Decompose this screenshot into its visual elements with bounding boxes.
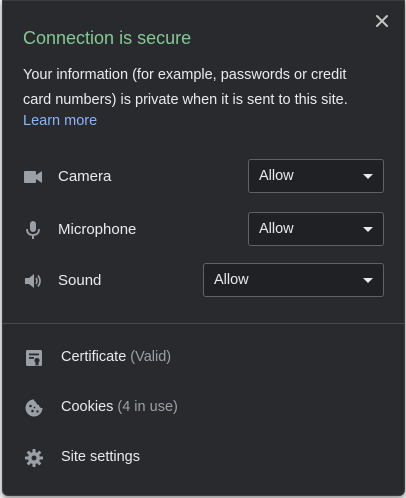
certificate-icon	[26, 350, 42, 366]
permission-label: Camera	[58, 168, 112, 185]
connection-description: Your information (for example, passwords…	[23, 67, 348, 108]
cookie-icon	[25, 399, 43, 417]
link-title: Certificate	[61, 349, 127, 365]
select-value: Allow	[214, 272, 249, 288]
sound-permission-select[interactable]: Allow	[203, 263, 384, 297]
select-value: Allow	[259, 221, 294, 237]
select-value: Allow	[259, 168, 294, 184]
close-button[interactable]	[372, 11, 392, 31]
permission-row-microphone: Microphone Allow	[3, 212, 404, 248]
camera-permission-select[interactable]: Allow	[248, 159, 384, 193]
chevron-down-icon	[363, 174, 373, 179]
permission-label: Microphone	[58, 221, 137, 238]
chevron-down-icon	[363, 278, 373, 283]
speaker-icon	[25, 274, 41, 288]
cookies-count: (4 in use)	[117, 399, 178, 415]
permission-row-sound: Sound Allow	[3, 263, 404, 299]
site-settings-label: Site settings	[61, 449, 140, 465]
site-settings-row[interactable]: Site settings	[3, 438, 404, 478]
certificate-row[interactable]: Certificate (Valid)	[3, 338, 404, 378]
microphone-icon	[26, 221, 40, 239]
gear-icon	[25, 449, 43, 467]
permission-row-camera: Camera Allow	[3, 159, 404, 195]
chevron-down-icon	[363, 227, 373, 232]
cookies-label: Cookies (4 in use)	[61, 399, 178, 415]
camera-icon	[24, 171, 42, 183]
permission-label: Sound	[58, 272, 102, 289]
link-title: Cookies	[61, 399, 114, 415]
connection-status-title: Connection is secure	[23, 28, 192, 48]
cookies-row[interactable]: Cookies (4 in use)	[3, 388, 404, 428]
microphone-permission-select[interactable]: Allow	[248, 212, 384, 246]
certificate-label: Certificate (Valid)	[61, 349, 171, 365]
learn-more-link[interactable]: Learn more	[23, 113, 97, 129]
certificate-status: (Valid)	[130, 349, 172, 365]
site-info-popup: Connection is secure Your information (f…	[2, 0, 405, 496]
section-divider	[3, 323, 404, 324]
close-icon	[376, 15, 388, 27]
